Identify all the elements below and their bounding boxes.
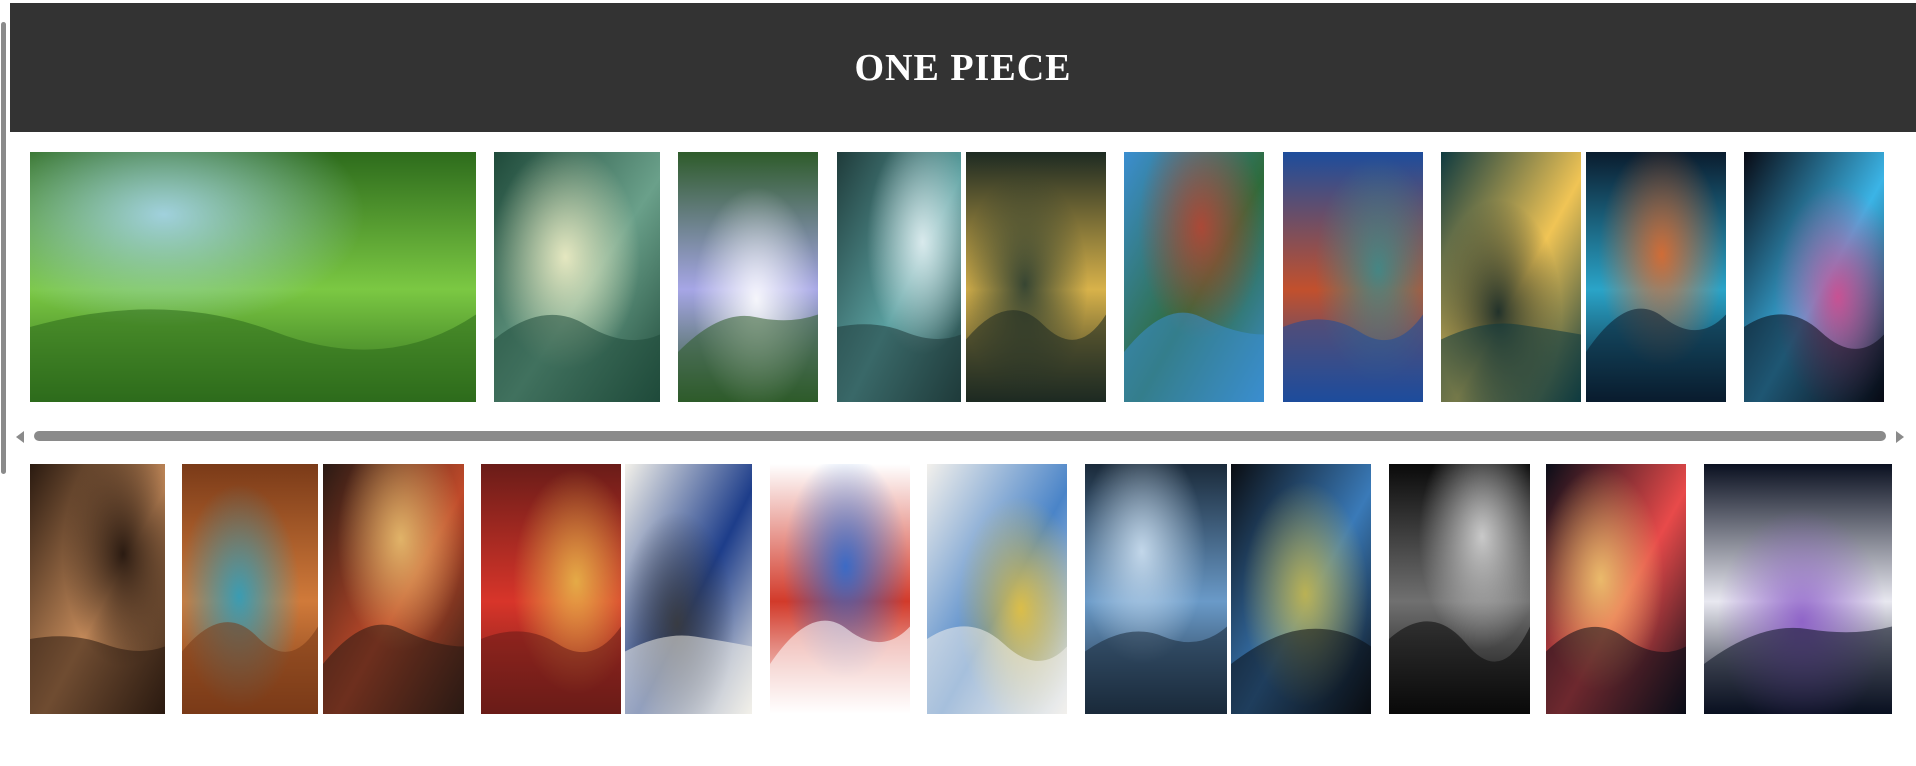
- ink-sketch-portrait-image[interactable]: [625, 464, 752, 714]
- gallery-row-2: [0, 464, 1916, 714]
- image-art: [966, 152, 1106, 402]
- vinyl-wall-guitar-image[interactable]: [323, 464, 464, 714]
- astronaut-warp-image[interactable]: [1546, 464, 1686, 714]
- poster-bedroom-image[interactable]: [481, 464, 621, 714]
- image-art: [1441, 152, 1581, 402]
- waterfall-image[interactable]: [678, 152, 818, 402]
- image-art: [481, 464, 621, 714]
- mountain-train-image[interactable]: [1124, 152, 1264, 402]
- image-art: [770, 464, 910, 714]
- image-art: [678, 152, 818, 402]
- image-art: [625, 464, 752, 714]
- data-tunnel-image[interactable]: [1744, 152, 1884, 402]
- image-art: [182, 464, 318, 714]
- lamp-post-rain-image[interactable]: [1441, 152, 1581, 402]
- scroll-left-arrow-icon[interactable]: [16, 431, 24, 443]
- page-header: ONE PIECE: [10, 3, 1916, 132]
- gallery-row-1: [0, 152, 1916, 402]
- image-art: [1744, 152, 1884, 402]
- leaf-water-droplets-image[interactable]: [30, 152, 476, 402]
- glitch-astronaut-image[interactable]: [1704, 464, 1892, 714]
- image-art: [30, 464, 165, 714]
- image-art: [1085, 464, 1227, 714]
- retro-room-radio-image[interactable]: [182, 464, 318, 714]
- image-art: [1546, 464, 1686, 714]
- krishna-flute-sketch-image[interactable]: [927, 464, 1067, 714]
- warrior-cosmic-cloud-image[interactable]: [1085, 464, 1227, 714]
- image-art: [1124, 152, 1264, 402]
- image-art: [1231, 464, 1371, 714]
- golden-gate-bridge-image[interactable]: [1283, 152, 1423, 402]
- image-art: [1586, 152, 1726, 402]
- glowing-figure-image[interactable]: [1231, 464, 1371, 714]
- image-art: [1389, 464, 1530, 714]
- image-art: [837, 152, 961, 402]
- spiderman-sketch-image[interactable]: [770, 464, 910, 714]
- page-title: ONE PIECE: [854, 46, 1072, 89]
- image-art: [1283, 152, 1423, 402]
- waterfall-bonsai-image[interactable]: [837, 152, 961, 402]
- scrollbar-track[interactable]: [32, 430, 1888, 442]
- forest-light-bokeh-image[interactable]: [494, 152, 660, 402]
- image-art: [1704, 464, 1892, 714]
- image-art: [927, 464, 1067, 714]
- code-screen-image[interactable]: [1586, 152, 1726, 402]
- image-art: [323, 464, 464, 714]
- scroll-right-arrow-icon[interactable]: [1896, 431, 1904, 443]
- moon-valley-image[interactable]: [966, 152, 1106, 402]
- boombox-shelves-image[interactable]: [30, 464, 165, 714]
- horizontal-scrollbar[interactable]: [12, 426, 1908, 446]
- image-art: [30, 152, 476, 402]
- image-art: [494, 152, 660, 402]
- scrollbar-thumb[interactable]: [34, 431, 1886, 441]
- black-hole-debris-image[interactable]: [1389, 464, 1530, 714]
